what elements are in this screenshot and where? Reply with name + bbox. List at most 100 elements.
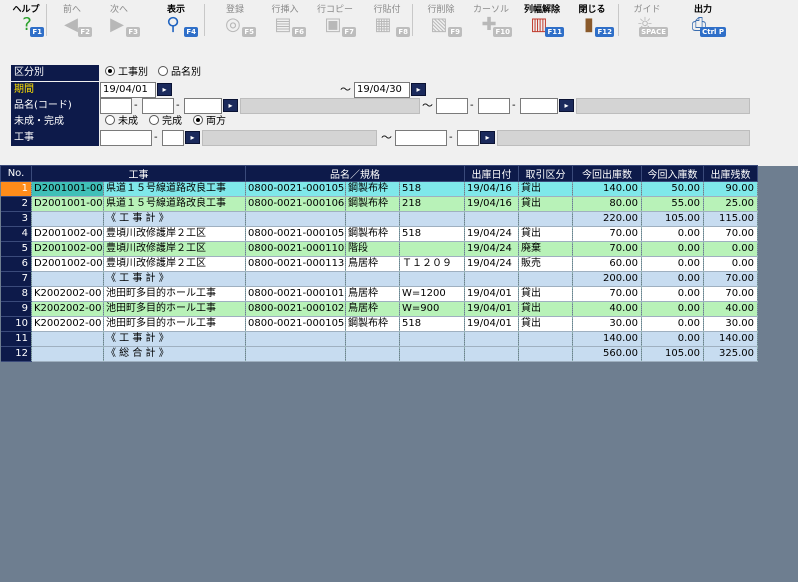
toolbar-button-f6[interactable]: 行挿入 ▤ F6 [262, 0, 308, 40]
cell-koji-code[interactable]: D2001001-00 [31, 181, 104, 197]
cell-out-qty[interactable]: 40.00 [572, 301, 642, 317]
header-out-qty[interactable]: 今回出庫数 [572, 165, 642, 182]
period-to-picker-button[interactable]: ▸ [411, 83, 426, 96]
table-row[interactable]: 3 《 工 事 計 》 220.00 105.00 115.00 [0, 211, 758, 227]
cell-koji-code[interactable] [31, 331, 104, 347]
cell-kikaku[interactable] [399, 241, 465, 257]
cell-date[interactable] [464, 331, 519, 347]
cell-hinmei-name[interactable]: 鳥居枠 [345, 301, 400, 317]
cell-hinmei-name[interactable]: 階段 [345, 241, 400, 257]
cell-kubun[interactable]: 廃棄 [518, 241, 573, 257]
cell-kikaku[interactable] [399, 271, 465, 287]
cell-in-qty[interactable]: 105.00 [641, 346, 704, 362]
cell-row-no[interactable]: 3 [0, 211, 32, 227]
cell-koji-code[interactable]: D2001002-00 [31, 241, 104, 257]
cell-date[interactable]: 19/04/24 [464, 226, 519, 242]
cell-row-no[interactable]: 10 [0, 316, 32, 332]
cell-remaining[interactable]: 115.00 [703, 211, 758, 227]
toolbar-button-space[interactable]: ガイド ☼ SPACE [624, 0, 670, 40]
cell-remaining[interactable]: 0.00 [703, 241, 758, 257]
cell-koji-name[interactable]: 《 工 事 計 》 [103, 211, 246, 227]
cell-in-qty[interactable]: 0.00 [641, 286, 704, 302]
cell-date[interactable]: 19/04/01 [464, 316, 519, 332]
cell-koji-code[interactable]: K2002002-00 [31, 301, 104, 317]
cell-kikaku[interactable] [399, 211, 465, 227]
cell-hinmei-name[interactable]: 鋼製布枠 [345, 181, 400, 197]
cell-out-qty[interactable]: 60.00 [572, 256, 642, 272]
table-row[interactable]: 8 K2002002-00 池田町多目的ホール工事 0800-0021-000101 鳥… [0, 286, 758, 302]
cell-koji-code[interactable] [31, 211, 104, 227]
cell-row-no[interactable]: 1 [0, 181, 32, 197]
cell-remaining[interactable]: 70.00 [703, 286, 758, 302]
toolbar-button-ctrl-p[interactable]: 出力 ⎙ Ctrl P [678, 0, 728, 40]
cell-row-no[interactable]: 9 [0, 301, 32, 317]
koji-from-code-input[interactable] [100, 130, 152, 146]
cell-koji-name[interactable]: 《 工 事 計 》 [103, 271, 246, 287]
cell-hinmei-code[interactable]: 0800-0021-000113 [245, 256, 346, 272]
cell-in-qty[interactable]: 0.00 [641, 241, 704, 257]
cell-koji-code[interactable] [31, 346, 104, 362]
cell-kikaku[interactable]: W=900 [399, 301, 465, 317]
cell-date[interactable] [464, 211, 519, 227]
cell-koji-name[interactable]: 県道１５号線道路改良工事 [103, 181, 246, 197]
toolbar-button-f9[interactable]: 行削除 ▧ F9 [418, 0, 464, 40]
header-date[interactable]: 出庫日付 [464, 165, 519, 182]
cell-remaining[interactable]: 70.00 [703, 226, 758, 242]
toolbar-button-f8[interactable]: 行貼付 ▦ F8 [362, 0, 412, 40]
table-row[interactable]: 12 《 総 合 計 》 560.00 105.00 325.00 [0, 346, 758, 362]
radio-hinmei-betsu[interactable]: 品名別 [158, 65, 201, 81]
cell-in-qty[interactable]: 105.00 [641, 211, 704, 227]
koji-to-code-input[interactable] [395, 130, 447, 146]
cell-kubun[interactable] [518, 211, 573, 227]
cell-kikaku[interactable]: 218 [399, 196, 465, 212]
cell-in-qty[interactable]: 0.00 [641, 256, 704, 272]
hinmei-from-code3-input[interactable] [184, 98, 222, 114]
cell-koji-code[interactable]: D2001002-00 [31, 256, 104, 272]
toolbar-button-f4[interactable]: 表示 ⚲ F4 [152, 0, 200, 40]
cell-hinmei-code[interactable] [245, 271, 346, 287]
header-remaining[interactable]: 出庫残数 [703, 165, 758, 182]
cell-koji-code[interactable] [31, 271, 104, 287]
cell-kikaku[interactable]: W=1200 [399, 286, 465, 302]
cell-hinmei-name[interactable] [345, 211, 400, 227]
cell-hinmei-code[interactable]: 0800-0021-000105 [245, 226, 346, 242]
cell-hinmei-code[interactable] [245, 331, 346, 347]
toolbar-button-f11[interactable]: 列幅解除 ▥ F11 [518, 0, 566, 40]
cell-remaining[interactable]: 70.00 [703, 271, 758, 287]
koji-to-picker-button[interactable]: ▸ [480, 131, 495, 144]
cell-row-no[interactable]: 4 [0, 226, 32, 242]
table-row[interactable]: 7 《 工 事 計 》 200.00 0.00 70.00 [0, 271, 758, 287]
cell-out-qty[interactable]: 30.00 [572, 316, 642, 332]
cell-in-qty[interactable]: 0.00 [641, 316, 704, 332]
cell-remaining[interactable]: 30.00 [703, 316, 758, 332]
toolbar-button-f2[interactable]: 前へ ◀ F2 [50, 0, 94, 40]
hinmei-from-picker-button[interactable]: ▸ [223, 99, 238, 112]
cell-kubun[interactable]: 貸出 [518, 196, 573, 212]
toolbar-button-f12[interactable]: 閉じる ▮ F12 [568, 0, 616, 40]
period-from-picker-button[interactable]: ▸ [157, 83, 172, 96]
cell-kubun[interactable]: 貸出 [518, 226, 573, 242]
cell-out-qty[interactable]: 70.00 [572, 226, 642, 242]
cell-in-qty[interactable]: 0.00 [641, 331, 704, 347]
cell-out-qty[interactable]: 70.00 [572, 286, 642, 302]
cell-row-no[interactable]: 8 [0, 286, 32, 302]
cell-hinmei-name[interactable]: 鋼製布枠 [345, 196, 400, 212]
cell-out-qty[interactable]: 80.00 [572, 196, 642, 212]
cell-kikaku[interactable] [399, 331, 465, 347]
toolbar-button-f7[interactable]: 行コピー ▣ F7 [312, 0, 358, 40]
cell-hinmei-name[interactable]: 鳥居枠 [345, 286, 400, 302]
toolbar-button-f3[interactable]: 次へ ▶ F3 [96, 0, 142, 40]
cell-kubun[interactable] [518, 346, 573, 362]
cell-kubun[interactable] [518, 331, 573, 347]
cell-remaining[interactable]: 140.00 [703, 331, 758, 347]
cell-row-no[interactable]: 6 [0, 256, 32, 272]
cell-out-qty[interactable]: 200.00 [572, 271, 642, 287]
cell-row-no[interactable]: 2 [0, 196, 32, 212]
radio-koji-betsu[interactable]: 工事別 [105, 65, 148, 81]
cell-row-no[interactable]: 12 [0, 346, 32, 362]
header-no[interactable]: No. [0, 165, 32, 182]
cell-remaining[interactable]: 90.00 [703, 181, 758, 197]
cell-remaining[interactable]: 325.00 [703, 346, 758, 362]
cell-koji-code[interactable]: K2002002-00 [31, 286, 104, 302]
cell-koji-code[interactable]: D2001002-00 [31, 226, 104, 242]
